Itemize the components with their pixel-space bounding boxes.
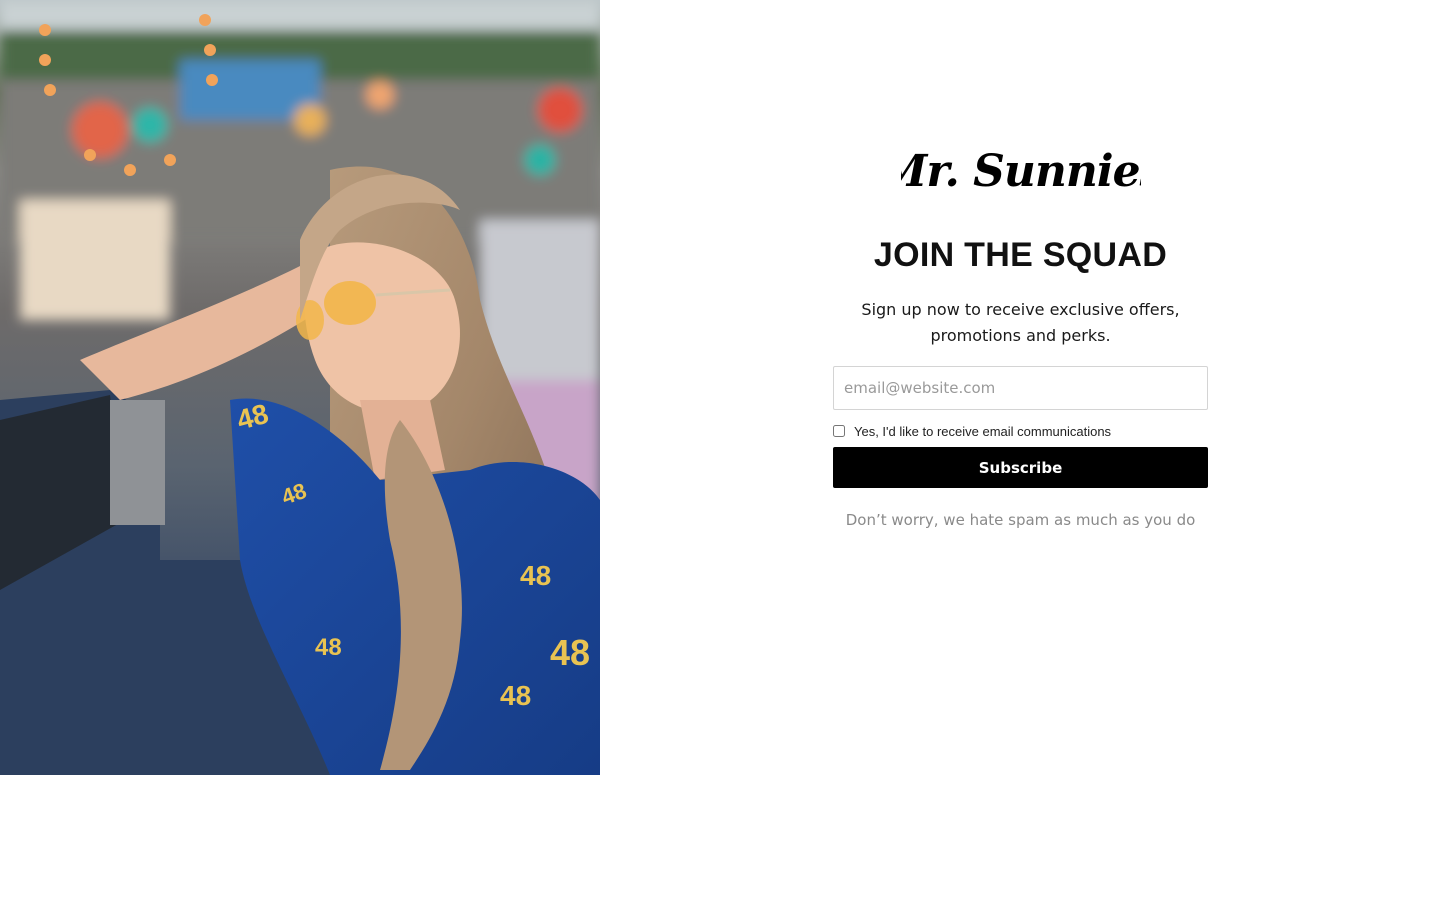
hero-photo: 48 48 48 48 48 48 [0, 0, 600, 775]
svg-text:48: 48 [500, 680, 531, 711]
svg-text:48: 48 [520, 560, 551, 591]
page-title: JOIN THE SQUAD [873, 236, 1168, 274]
brand-logo-text: Mr. Sunnies [901, 146, 1141, 197]
hero-photo-illustration: 48 48 48 48 48 48 [0, 0, 600, 775]
signup-panel: Mr. Sunnies JOIN THE SQUAD Sign up now t… [833, 140, 1208, 529]
signup-page: 48 48 48 48 48 48 Mr. Sunnies JOIN THE S… [0, 0, 1440, 900]
brand-logo: Mr. Sunnies [876, 146, 1164, 197]
consent-row[interactable]: Yes, I'd like to receive email communica… [833, 423, 1208, 439]
subscribe-button[interactable]: Subscribe [833, 447, 1208, 488]
email-input[interactable] [833, 366, 1208, 410]
signup-subtext: Sign up now to receive exclusive offers,… [861, 300, 1180, 345]
svg-text:48: 48 [550, 632, 590, 673]
consent-label: Yes, I'd like to receive email communica… [854, 424, 1112, 439]
spam-note: Don’t worry, we hate spam as much as you… [845, 511, 1196, 529]
consent-checkbox[interactable] [833, 424, 845, 437]
svg-text:48: 48 [315, 634, 342, 661]
